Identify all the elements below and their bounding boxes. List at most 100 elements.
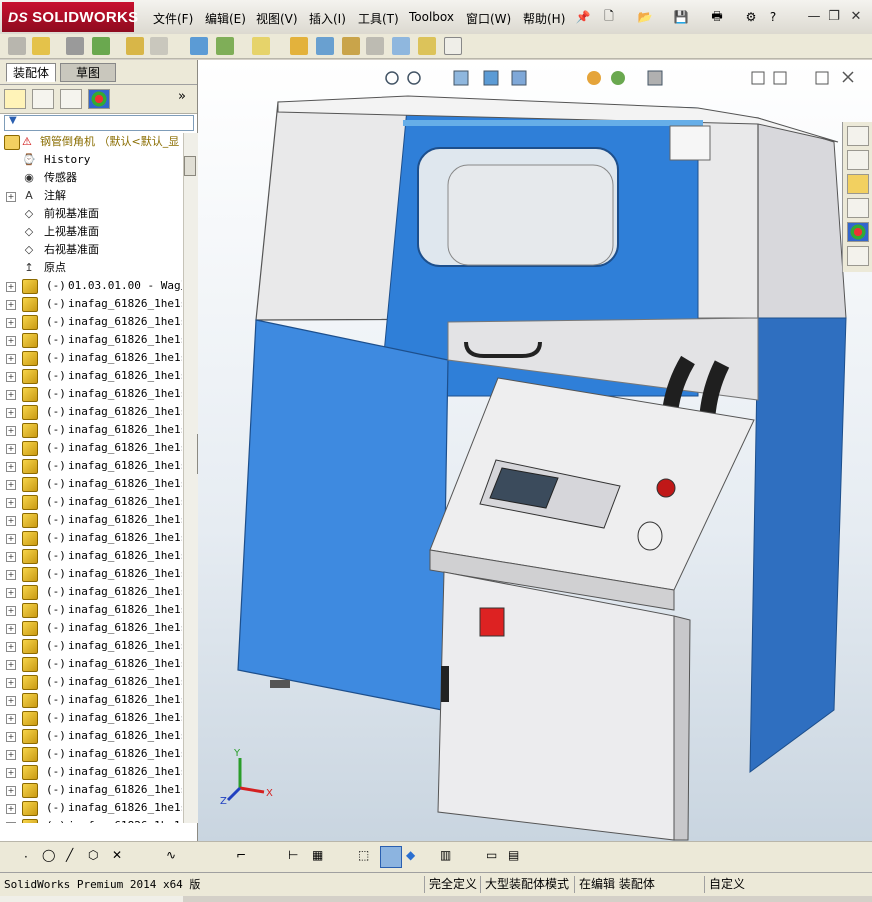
zoom-area-icon[interactable] — [407, 71, 421, 85]
viewport-close-icon[interactable] — [842, 71, 854, 83]
menu-window[interactable]: 窗口(W) — [466, 10, 511, 27]
smart-fasteners-icon[interactable] — [126, 37, 144, 55]
edit-component-icon[interactable] — [8, 37, 26, 55]
expand-icon[interactable]: + — [6, 480, 16, 490]
expand-icon[interactable]: + — [6, 606, 16, 616]
expand-icon[interactable]: + — [6, 750, 16, 760]
polygon-icon[interactable]: ⬡ — [88, 848, 98, 862]
expand-icon[interactable]: + — [6, 678, 16, 688]
tree-part-row[interactable]: + (-)inafag_61826_1he1sx — [0, 313, 182, 331]
tree-part-row[interactable]: + (-)inafag_61826_1he1sx — [0, 781, 182, 799]
tree-item-plane[interactable]: ◇ 前视基准面 — [0, 205, 182, 223]
tree-part-row[interactable]: + (-) 01.03.01.00 - Wag丑 — [0, 277, 182, 295]
tree-part-row[interactable]: + (-)inafag_61826_1he1sx — [0, 601, 182, 619]
tree-part-row[interactable]: + (-)inafag_61826_1he1sx — [0, 439, 182, 457]
smart-dimension-icon[interactable]: ⊢ — [288, 848, 298, 862]
file-explorer-icon[interactable] — [847, 174, 869, 194]
expand-icon[interactable]: + — [6, 336, 16, 346]
clearance-icon[interactable] — [418, 37, 436, 55]
grid-icon[interactable]: ▦ — [312, 848, 323, 862]
tree-part-row[interactable]: + (-)inafag_61826_1he1sx — [0, 763, 182, 781]
tree-part-row[interactable]: + (-)inafag_61826_1he1sx — [0, 745, 182, 763]
rectangle-icon[interactable]: ⌐ — [236, 848, 246, 862]
tree-part-row[interactable]: + (-)inafag_61826_1he1sx — [0, 709, 182, 727]
expand-icon[interactable]: + — [6, 192, 16, 202]
menu-view[interactable]: 视图(V) — [256, 10, 298, 27]
instant3d-icon[interactable] — [444, 37, 462, 55]
circle-icon[interactable]: ◯ — [42, 848, 55, 862]
tree-part-row[interactable]: + (-)inafag_61826_1he1sx — [0, 691, 182, 709]
tree-part-row[interactable]: + (-)inafag_61826_1he1sx — [0, 331, 182, 349]
tree-vertical-scrollbar[interactable] — [183, 133, 198, 823]
point-icon[interactable]: · — [24, 850, 28, 864]
menu-insert[interactable]: 插入(I) — [309, 10, 346, 27]
menu-edit[interactable]: 编辑(E) — [205, 10, 246, 27]
help-icon[interactable]: ? — [764, 8, 782, 26]
tree-part-row[interactable]: + (-)inafag_61826_1he1sx — [0, 817, 182, 823]
tree-item-sensor[interactable]: ◉ 传感器 — [0, 169, 182, 187]
view-orientation-icon[interactable] — [483, 70, 499, 86]
expand-icon[interactable]: + — [6, 768, 16, 778]
expand-icon[interactable]: + — [6, 498, 16, 508]
options-icon[interactable]: ⚙ — [742, 8, 760, 26]
menu-tools[interactable]: 工具(T) — [358, 10, 399, 27]
split-vertical-icon[interactable] — [751, 71, 765, 85]
tree-part-row[interactable]: + (-)inafag_61826_1he1sx — [0, 385, 182, 403]
minimize-icon[interactable]: — — [806, 9, 822, 25]
tree-part-row[interactable]: + (-)inafag_61826_1he1sx — [0, 583, 182, 601]
close-icon[interactable]: ✕ — [848, 9, 864, 25]
design-library-icon[interactable] — [847, 150, 869, 170]
tree-part-row[interactable]: + (-)inafag_61826_1he1sx — [0, 367, 182, 385]
offset-icon[interactable]: ∿ — [166, 848, 176, 862]
tree-part-row[interactable]: + (-)inafag_61826_1he1sx — [0, 475, 182, 493]
tree-scroll-thumb[interactable] — [184, 156, 196, 176]
view-settings-icon[interactable] — [647, 70, 663, 86]
save-icon[interactable]: 💾 — [672, 8, 690, 26]
view-palette-icon[interactable] — [847, 198, 869, 218]
tree-part-row[interactable]: + (-)inafag_61826_1he1sx — [0, 799, 182, 817]
new-motion-study-icon[interactable] — [290, 37, 308, 55]
expand-icon[interactable]: + — [6, 300, 16, 310]
interference-icon[interactable] — [392, 37, 410, 55]
explode-line-icon[interactable] — [366, 37, 384, 55]
tree-root-assembly[interactable]: ⚠ 钢管倒角机 （默认<默认_显 — [0, 133, 182, 151]
tree-part-row[interactable]: + (-)inafag_61826_1he1sx — [0, 673, 182, 691]
linear-pattern-icon[interactable] — [92, 37, 110, 55]
configuration-manager-icon[interactable] — [60, 89, 82, 109]
tree-part-row[interactable]: + (-)inafag_61826_1he1sx — [0, 727, 182, 745]
new-document-icon[interactable]: 🗋 — [600, 8, 618, 26]
trim-icon[interactable]: ✕ — [112, 848, 122, 862]
expand-icon[interactable]: + — [6, 624, 16, 634]
expand-icon[interactable]: + — [6, 318, 16, 328]
mate-icon[interactable] — [66, 37, 84, 55]
exploded-view-icon[interactable] — [342, 37, 360, 55]
bill-of-materials-icon[interactable] — [316, 37, 334, 55]
open-folder-icon[interactable]: 📂 — [636, 8, 654, 26]
split-horizontal-icon[interactable] — [773, 71, 787, 85]
tab-assembly[interactable]: 装配体 — [6, 63, 57, 82]
viewport-restore-icon[interactable] — [815, 71, 829, 85]
expand-icon[interactable]: + — [6, 786, 16, 796]
heads-up-view-toolbar[interactable] — [385, 70, 663, 86]
tree-item-history[interactable]: ⌚ History — [0, 151, 182, 169]
tree-part-row[interactable]: + (-)inafag_61826_1he1sx — [0, 511, 182, 529]
display-manager-icon[interactable] — [88, 89, 110, 109]
3d-box-icon[interactable]: ⬚ — [358, 848, 369, 862]
tree-item-plane[interactable]: ◇ 上视基准面 — [0, 223, 182, 241]
menu-help[interactable]: 帮助(H) — [523, 10, 565, 27]
expand-icon[interactable]: + — [6, 714, 16, 724]
section-icon[interactable]: ▥ — [440, 848, 451, 862]
move-component-icon[interactable] — [150, 37, 168, 55]
expand-icon[interactable]: + — [6, 570, 16, 580]
window-cascade-icon[interactable]: ▤ — [508, 848, 519, 862]
menu-file[interactable]: 文件(F) — [153, 10, 193, 27]
graphics-area[interactable]: Y X Z — [198, 60, 872, 841]
expand-icon[interactable]: + — [6, 372, 16, 382]
tree-part-row[interactable]: + (-)inafag_61826_1he1sx — [0, 565, 182, 583]
appearance-icon[interactable] — [587, 71, 601, 85]
expand-tabs-icon[interactable]: » — [178, 89, 186, 104]
tab-sketch[interactable]: 草图 — [60, 63, 116, 82]
appearances-icon[interactable] — [847, 222, 869, 242]
expand-icon[interactable]: + — [6, 588, 16, 598]
display-style-icon[interactable] — [511, 70, 527, 86]
